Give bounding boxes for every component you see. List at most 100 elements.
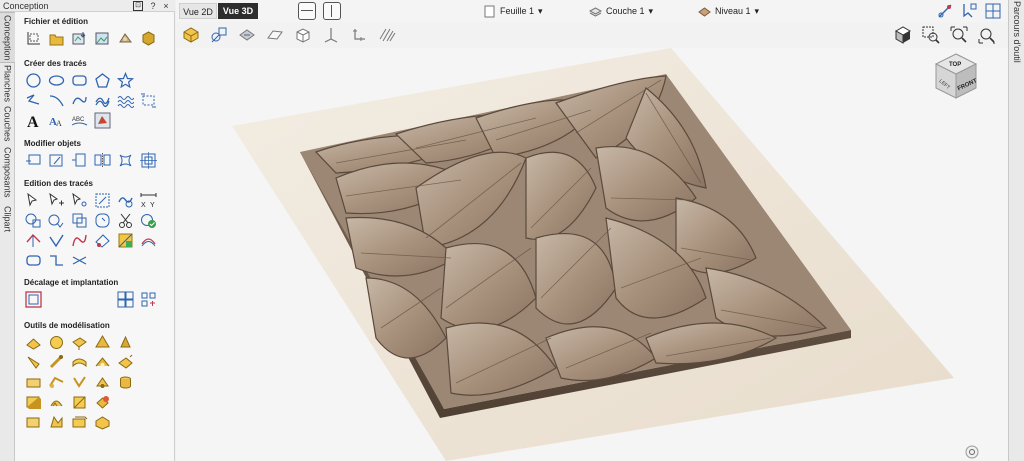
level-dropdown[interactable]: Niveau 1 ▾: [698, 4, 759, 18]
tangent-line-icon[interactable]: [70, 251, 88, 269]
text-icon[interactable]: A: [24, 111, 42, 129]
rounded-box-icon[interactable]: [24, 251, 42, 269]
spin-icon[interactable]: [116, 333, 134, 351]
job-setup-icon[interactable]: [24, 29, 42, 47]
move-model-icon[interactable]: [47, 373, 65, 391]
extrude-icon[interactable]: [70, 333, 88, 351]
selection-icon[interactable]: [960, 2, 978, 20]
show-plane-icon[interactable]: [265, 25, 285, 45]
split-model-icon[interactable]: [24, 413, 42, 431]
3d-viewport[interactable]: TOP LEFT FRONT: [176, 48, 1008, 461]
cutter-position-icon[interactable]: [349, 25, 369, 45]
tab-clipart[interactable]: Clipart: [0, 202, 15, 236]
extend-icon[interactable]: [47, 231, 65, 249]
sheet-dropdown[interactable]: Feuille 1 ▾: [483, 4, 543, 18]
show-vectors-icon[interactable]: [209, 25, 229, 45]
measure-xy-icon[interactable]: XY: [139, 191, 157, 209]
sculpt-icon[interactable]: [93, 353, 111, 371]
node-fillet-icon[interactable]: [70, 191, 88, 209]
rectangle-icon[interactable]: [70, 71, 88, 89]
trim-icon[interactable]: [116, 211, 134, 229]
split-horizontal-icon[interactable]: [298, 2, 316, 20]
smooth-model-icon[interactable]: [24, 373, 42, 391]
tab-couches[interactable]: Couches: [0, 105, 15, 142]
draw-spiral-icon[interactable]: [93, 91, 111, 109]
bake-model-icon[interactable]: [70, 393, 88, 411]
tab-composants[interactable]: Composants: [0, 143, 15, 201]
tab-toolpaths[interactable]: Parcours d'outil: [1009, 1, 1024, 63]
auto-layout-text-icon[interactable]: AA: [47, 111, 65, 129]
transform-icon[interactable]: [47, 151, 65, 169]
mirror-icon[interactable]: [93, 151, 111, 169]
import-model-icon[interactable]: [116, 29, 134, 47]
arc-icon[interactable]: [47, 91, 65, 109]
tab-conception[interactable]: Conception: [0, 12, 15, 63]
offset-vector-icon[interactable]: [93, 231, 111, 249]
reset-zero-icon[interactable]: [93, 393, 111, 411]
break-curve-icon[interactable]: [24, 231, 42, 249]
text-on-curve-icon[interactable]: ABC: [70, 111, 88, 129]
nesting-icon[interactable]: [139, 290, 157, 308]
polygon-icon[interactable]: [93, 71, 111, 89]
align-icon[interactable]: [139, 151, 157, 169]
tilt-icon[interactable]: [70, 373, 88, 391]
close-panel-button[interactable]: ×: [161, 1, 171, 11]
distort-icon[interactable]: [116, 151, 134, 169]
show-box-icon[interactable]: [293, 25, 313, 45]
fade-icon[interactable]: [116, 353, 134, 371]
material-icon[interactable]: [181, 25, 201, 45]
join-vectors-icon[interactable]: [116, 191, 134, 209]
texture-icon[interactable]: [47, 393, 65, 411]
trace-bitmap-icon[interactable]: [93, 111, 111, 129]
split-vertical-icon[interactable]: [323, 2, 341, 20]
open-file-icon[interactable]: [47, 29, 65, 47]
create-vectors-from-model-icon[interactable]: [70, 413, 88, 431]
snap-settings-icon[interactable]: [936, 2, 954, 20]
select-node-icon[interactable]: [24, 151, 42, 169]
dome-icon[interactable]: [47, 333, 65, 351]
layer-dropdown[interactable]: Couche 1 ▾: [589, 4, 653, 18]
zoom-handle-icon[interactable]: [965, 445, 979, 459]
stack-models-icon[interactable]: [116, 373, 134, 391]
tab-view-2d[interactable]: Vue 2D: [179, 3, 217, 19]
wave-pattern-icon[interactable]: [116, 91, 134, 109]
ellipse-icon[interactable]: [47, 71, 65, 89]
hatch-pattern-icon[interactable]: [377, 25, 397, 45]
import-bitmap-icon[interactable]: [93, 29, 111, 47]
view-iso-icon[interactable]: [893, 25, 913, 45]
two-rail-icon[interactable]: [47, 353, 65, 371]
pyramid-icon[interactable]: [93, 333, 111, 351]
array-copy-icon[interactable]: [116, 290, 134, 308]
smart-select-icon[interactable]: [93, 191, 111, 209]
dimension-icon[interactable]: [139, 91, 157, 109]
sweep-icon[interactable]: [24, 353, 42, 371]
slice-model-icon[interactable]: [47, 413, 65, 431]
intersect-icon[interactable]: [70, 211, 88, 229]
chamfer-icon[interactable]: [47, 251, 65, 269]
star-icon[interactable]: [116, 71, 134, 89]
weld-icon[interactable]: [24, 211, 42, 229]
circle-icon[interactable]: [24, 71, 42, 89]
shape-editor-icon[interactable]: [24, 333, 42, 351]
pin-panel-button[interactable]: ⊡: [133, 1, 143, 11]
drape-icon[interactable]: [70, 353, 88, 371]
close-vectors-icon[interactable]: [139, 211, 157, 229]
polyline-icon[interactable]: [24, 91, 42, 109]
model-boundary-icon[interactable]: [93, 413, 111, 431]
zoom-fit-icon[interactable]: [949, 25, 969, 45]
origin-axis-icon[interactable]: [321, 25, 341, 45]
subtract-icon[interactable]: [47, 211, 65, 229]
nest-icon[interactable]: [116, 231, 134, 249]
import-vectors-icon[interactable]: [70, 29, 88, 47]
layout-icon[interactable]: [984, 2, 1002, 20]
model-outline-icon[interactable]: [24, 393, 42, 411]
fillet-icon[interactable]: [93, 211, 111, 229]
add-node-icon[interactable]: [47, 191, 65, 209]
help-button[interactable]: ?: [148, 1, 158, 11]
mirror-model-icon[interactable]: [93, 373, 111, 391]
show-toolpath-icon[interactable]: [237, 25, 257, 45]
view-cube[interactable]: TOP LEFT FRONT: [934, 53, 978, 99]
curve-fit-icon[interactable]: [139, 231, 157, 249]
offset-icon[interactable]: [24, 290, 42, 308]
scale-icon[interactable]: [70, 151, 88, 169]
